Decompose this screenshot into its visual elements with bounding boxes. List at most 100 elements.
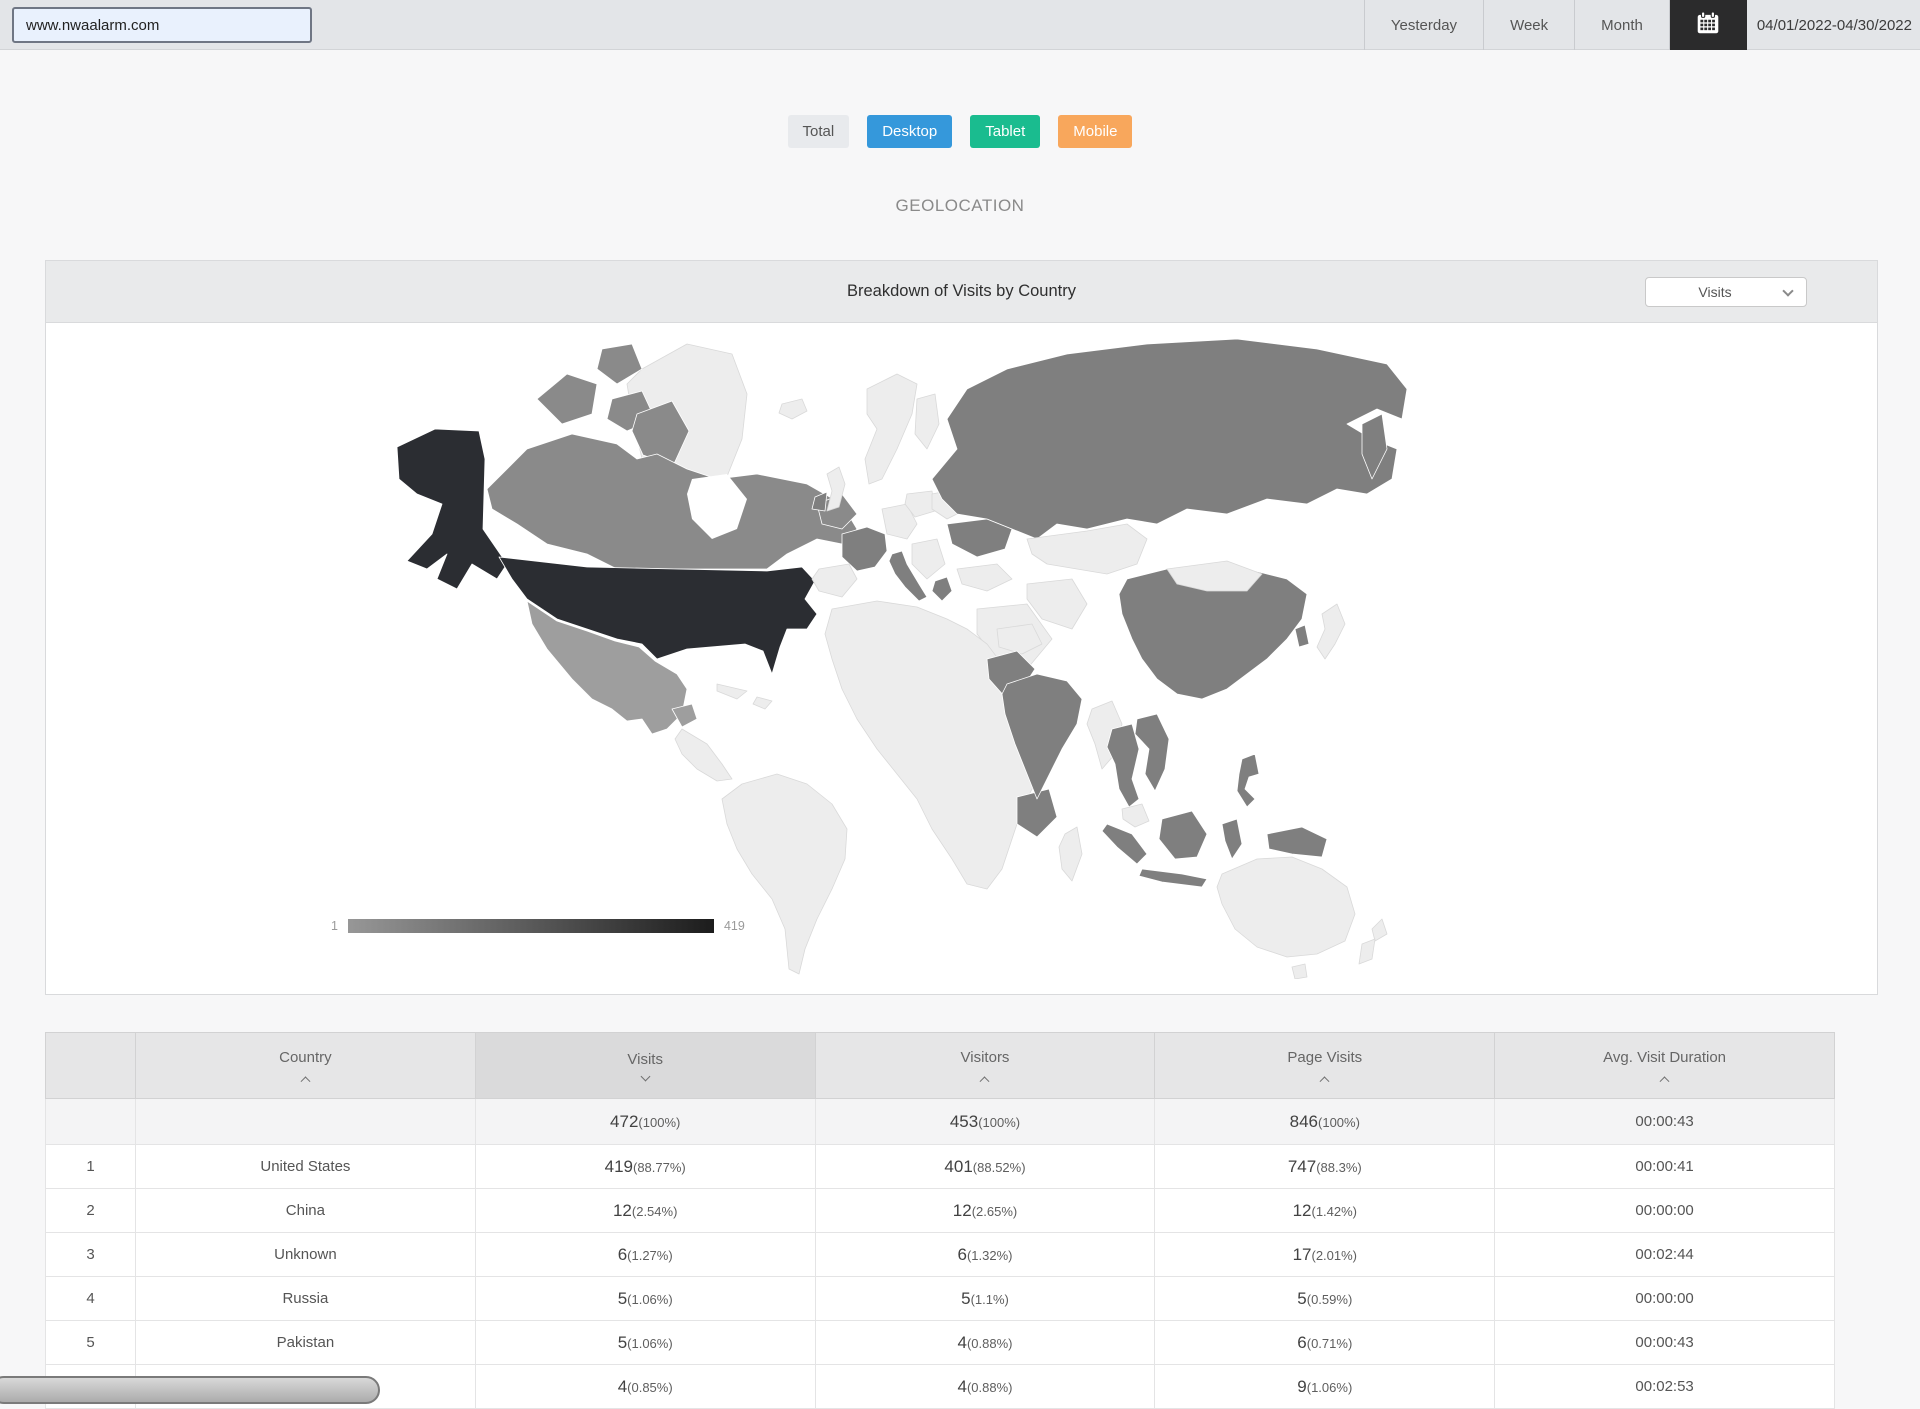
country-cell: United States <box>136 1145 476 1189</box>
country-thailand <box>1107 724 1139 807</box>
value-percent: (0.71%) <box>1307 1336 1353 1351</box>
tab-total[interactable]: Total <box>788 115 850 148</box>
column-header-visitors[interactable]: Visitors <box>815 1033 1155 1099</box>
legend-gradient-bar <box>348 919 714 933</box>
value-percent: (2.65%) <box>972 1204 1018 1219</box>
value-percent: (1.06%) <box>627 1336 673 1351</box>
column-header-rank[interactable] <box>46 1033 136 1099</box>
value-percent: (0.88%) <box>967 1380 1013 1395</box>
value: 12 <box>613 1201 632 1220</box>
region-balkans <box>912 539 945 579</box>
table-row: 2China12(2.54%)12(2.65%)12(1.42%)00:00:0… <box>46 1189 1835 1233</box>
country-cell: Russia <box>136 1277 476 1321</box>
sort-caret-icon <box>640 1072 650 1082</box>
country-greece <box>932 577 952 601</box>
map-panel: Breakdown of Visits by Country Visits <box>45 260 1878 995</box>
geolocation-table: Country Visits Visitors Page Visits Avg.… <box>45 1032 1835 1409</box>
table-body: 472(100%)453(100%)846(100%)00:00:431Unit… <box>46 1099 1835 1409</box>
value-percent: (1.06%) <box>1307 1380 1353 1395</box>
value-percent: (1.32%) <box>967 1248 1013 1263</box>
country-philippines <box>1237 754 1259 807</box>
world-map[interactable]: 1 419 <box>46 323 1877 993</box>
totals-row: 472(100%)453(100%)846(100%)00:00:43 <box>46 1099 1835 1145</box>
value: 6 <box>1297 1333 1306 1352</box>
region-scandinavia <box>865 374 917 484</box>
value: 472 <box>610 1112 638 1131</box>
tab-tablet[interactable]: Tablet <box>970 115 1040 148</box>
value: 12 <box>1293 1201 1312 1220</box>
metric-dropdown[interactable]: Visits <box>1645 277 1807 307</box>
page-visits-cell: 6(0.71%) <box>1155 1321 1495 1365</box>
value-percent: (2.01%) <box>1311 1248 1357 1263</box>
visitors-cell: 453(100%) <box>815 1099 1155 1145</box>
sort-caret-icon <box>980 1076 990 1086</box>
value: 4 <box>957 1377 966 1396</box>
value: 5 <box>961 1289 970 1308</box>
visitors-cell: 5(1.1%) <box>815 1277 1155 1321</box>
date-controls: Yesterday Week Month 04/01/2022-04/30/20… <box>1364 0 1920 50</box>
metric-dropdown-value: Visits <box>1646 284 1784 300</box>
region-south-america <box>722 774 847 974</box>
url-input[interactable] <box>12 7 312 43</box>
country-malaysia <box>1122 804 1149 827</box>
value-percent: (0.85%) <box>627 1380 673 1395</box>
region-iberia <box>812 564 857 597</box>
rank-cell <box>46 1099 136 1145</box>
calendar-icon <box>1695 10 1721 41</box>
tab-desktop[interactable]: Desktop <box>867 115 952 148</box>
value: 5 <box>618 1289 627 1308</box>
country-south-korea <box>1295 625 1309 647</box>
page-visits-cell: 5(0.59%) <box>1155 1277 1495 1321</box>
range-button-week[interactable]: Week <box>1483 0 1574 50</box>
visits-cell: 4(0.85%) <box>475 1365 815 1409</box>
visits-cell: 5(1.06%) <box>475 1277 815 1321</box>
country-indonesia-sulawesi <box>1222 819 1242 859</box>
country-cell <box>136 1099 476 1145</box>
value: 4 <box>618 1377 627 1396</box>
choropleth-map-svg <box>376 329 1438 979</box>
device-filter-tabs: Total Desktop Tablet Mobile <box>0 115 1920 148</box>
country-cell: Unknown <box>136 1233 476 1277</box>
country-cell: Pakistan <box>136 1321 476 1365</box>
rank-cell: 2 <box>46 1189 136 1233</box>
column-header-visits[interactable]: Visits <box>475 1033 815 1099</box>
bottom-overlay-peek <box>0 1376 380 1404</box>
table-row: 5Pakistan5(1.06%)4(0.88%)6(0.71%)00:00:4… <box>46 1321 1835 1365</box>
country-russia <box>932 339 1407 539</box>
calendar-button[interactable] <box>1669 0 1747 50</box>
rank-cell: 5 <box>46 1321 136 1365</box>
country-cuba <box>717 684 747 699</box>
country-hispaniola <box>753 697 772 709</box>
visits-cell: 12(2.54%) <box>475 1189 815 1233</box>
table-row: 1United States419(88.77%)401(88.52%)747(… <box>46 1145 1835 1189</box>
range-button-yesterday[interactable]: Yesterday <box>1364 0 1483 50</box>
column-header-country[interactable]: Country <box>136 1033 476 1099</box>
column-header-page-visits[interactable]: Page Visits <box>1155 1033 1495 1099</box>
country-finland <box>915 394 939 449</box>
tab-mobile[interactable]: Mobile <box>1058 115 1132 148</box>
value-percent: (1.42%) <box>1311 1204 1357 1219</box>
country-papua-new-guinea <box>1267 827 1327 857</box>
avg-duration-cell: 00:00:43 <box>1495 1321 1835 1365</box>
value-percent: (88.77%) <box>633 1160 686 1175</box>
region-central-america <box>675 729 732 781</box>
value-percent: (1.1%) <box>971 1292 1009 1307</box>
value: 5 <box>618 1333 627 1352</box>
avg-duration-cell: 00:00:43 <box>1495 1099 1835 1145</box>
value-percent: (0.88%) <box>967 1336 1013 1351</box>
country-indonesia-borneo <box>1159 811 1207 859</box>
page-visits-cell: 12(1.42%) <box>1155 1189 1495 1233</box>
sort-caret-icon <box>300 1076 310 1086</box>
visits-cell: 6(1.27%) <box>475 1233 815 1277</box>
value-percent: (88.3%) <box>1316 1160 1362 1175</box>
value: 17 <box>1293 1245 1312 1264</box>
rank-cell: 1 <box>46 1145 136 1189</box>
range-button-month[interactable]: Month <box>1574 0 1669 50</box>
avg-duration-cell: 00:02:53 <box>1495 1365 1835 1409</box>
visitors-cell: 6(1.32%) <box>815 1233 1155 1277</box>
value: 846 <box>1290 1112 1318 1131</box>
page-visits-cell: 9(1.06%) <box>1155 1365 1495 1409</box>
page-visits-cell: 846(100%) <box>1155 1099 1495 1145</box>
column-header-avg-duration[interactable]: Avg. Visit Duration <box>1495 1033 1835 1099</box>
value-percent: (88.52%) <box>973 1160 1026 1175</box>
